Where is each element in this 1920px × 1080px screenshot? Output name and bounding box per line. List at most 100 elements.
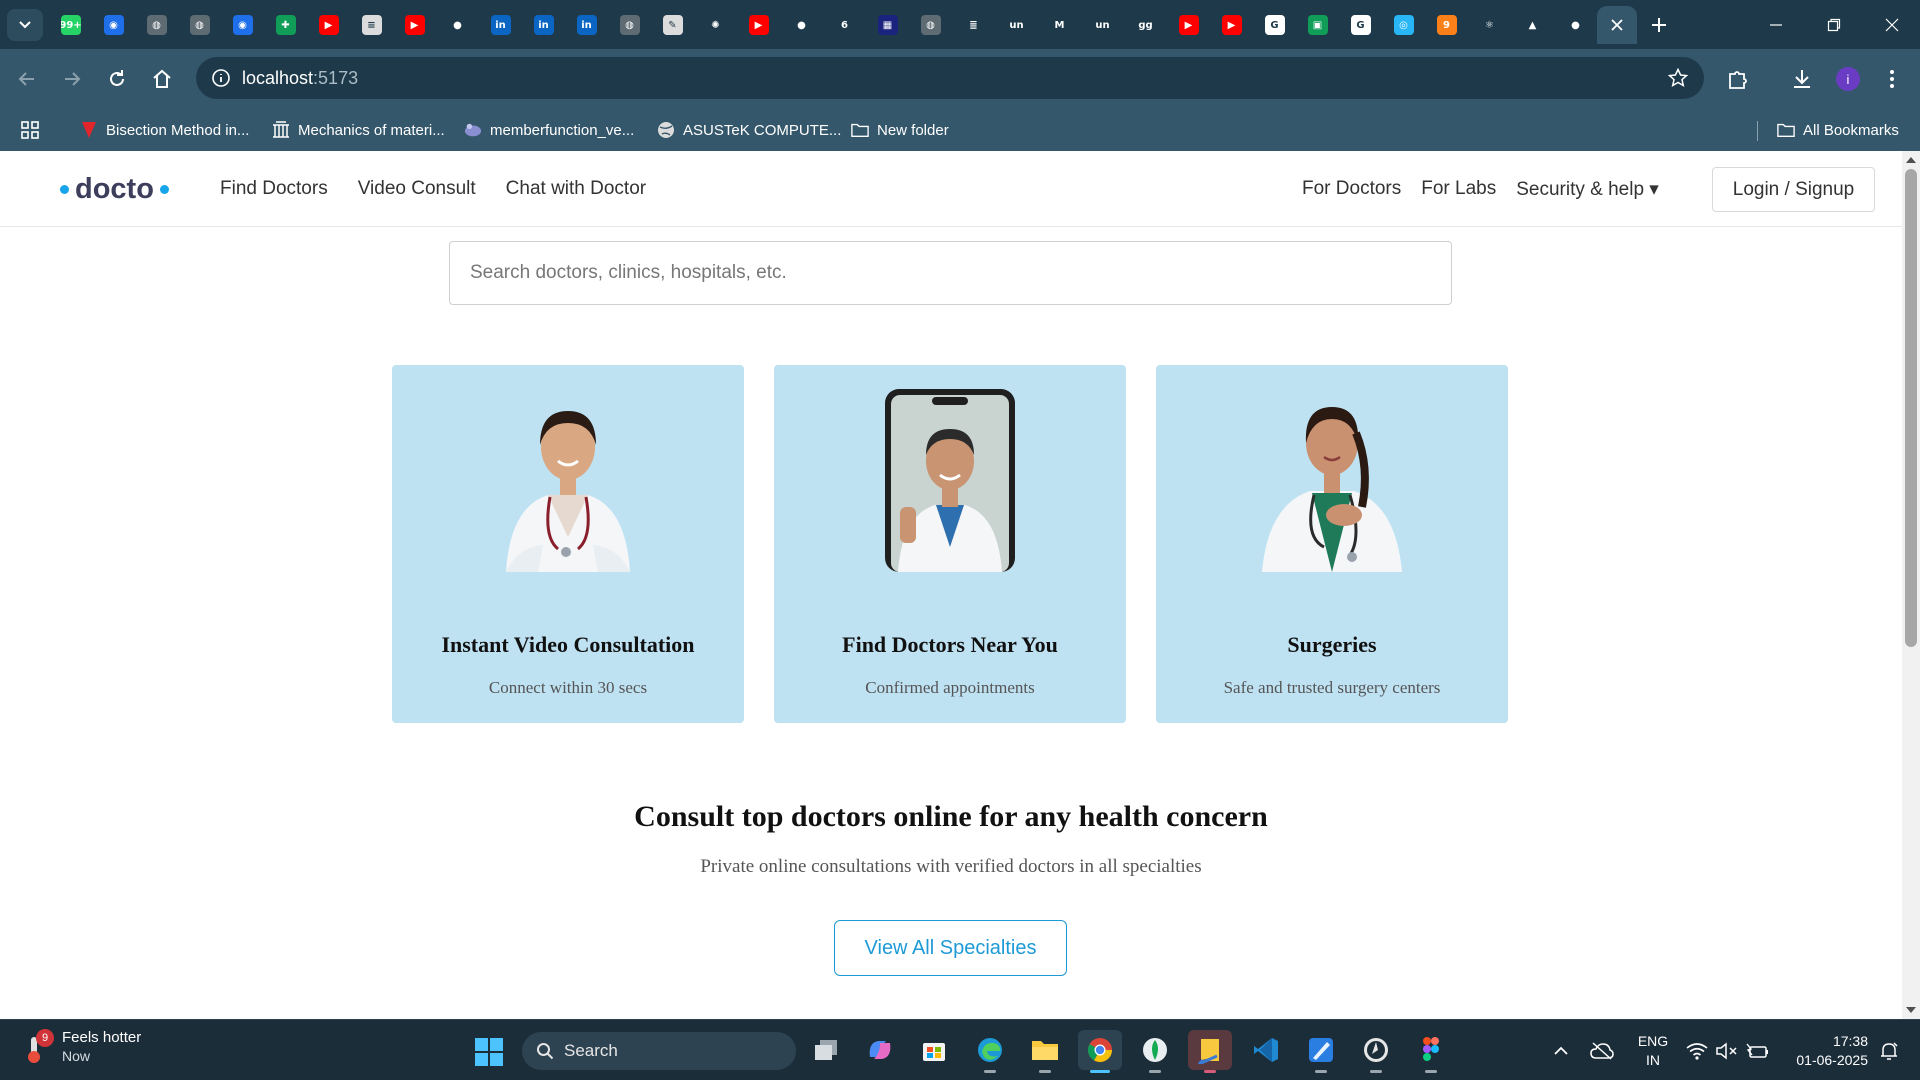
browser-tab[interactable]: ✎ bbox=[651, 6, 694, 44]
browser-tab[interactable]: ✚ bbox=[264, 6, 307, 44]
volume-status[interactable] bbox=[1714, 1020, 1740, 1080]
apps-button[interactable] bbox=[20, 119, 40, 141]
bookmark-item[interactable]: Bisection Method in... bbox=[80, 119, 249, 141]
page-scrollbar[interactable] bbox=[1902, 151, 1920, 1019]
forward-button[interactable] bbox=[56, 63, 88, 95]
nav-video-consult[interactable]: Video Consult bbox=[358, 178, 476, 200]
browser-tab[interactable]: 9 bbox=[1425, 6, 1468, 44]
minimize-button[interactable] bbox=[1748, 0, 1804, 49]
site-info-icon[interactable] bbox=[210, 67, 232, 89]
login-signup-button[interactable]: Login / Signup bbox=[1712, 167, 1875, 212]
view-all-specialties-button[interactable]: View All Specialties bbox=[834, 920, 1067, 976]
browser-tab[interactable]: in bbox=[565, 6, 608, 44]
nav-for-doctors[interactable]: For Doctors bbox=[1302, 178, 1401, 201]
browser-tab[interactable]: ≣ bbox=[952, 6, 995, 44]
browser-tab[interactable]: ◍ bbox=[608, 6, 651, 44]
nav-chat-with-doctor[interactable]: Chat with Doctor bbox=[506, 178, 646, 200]
doctor-search-input[interactable] bbox=[449, 241, 1452, 305]
nav-for-labs[interactable]: For Labs bbox=[1421, 178, 1496, 201]
taskbar-app-notes[interactable] bbox=[1188, 1030, 1232, 1073]
notifications-button[interactable] bbox=[1874, 1020, 1904, 1080]
scrollbar-thumb[interactable] bbox=[1905, 169, 1917, 647]
browser-menu-button[interactable] bbox=[1876, 63, 1908, 95]
taskbar-app-copilot[interactable] bbox=[858, 1030, 902, 1070]
language-indicator[interactable]: ENG IN bbox=[1634, 1032, 1672, 1070]
bookmark-star-icon[interactable] bbox=[1666, 66, 1690, 90]
taskbar-app-paint[interactable] bbox=[1299, 1030, 1343, 1073]
extensions-button[interactable] bbox=[1722, 63, 1754, 95]
address-bar[interactable]: localhost:5173 bbox=[196, 57, 1704, 99]
browser-tab[interactable]: ● bbox=[436, 6, 479, 44]
scroll-up-arrow-icon[interactable] bbox=[1905, 154, 1917, 166]
windows-start-button[interactable] bbox=[474, 1037, 504, 1067]
close-window-button[interactable] bbox=[1864, 0, 1920, 49]
task-view-button[interactable] bbox=[804, 1030, 848, 1070]
new-tab-button[interactable] bbox=[1644, 10, 1674, 40]
bookmark-item[interactable]: ASUSTeK COMPUTE... bbox=[657, 119, 841, 141]
browser-tab[interactable]: ◍ bbox=[909, 6, 952, 44]
browser-tab[interactable]: gg bbox=[1124, 6, 1167, 44]
browser-tab[interactable]: ▣ bbox=[1296, 6, 1339, 44]
browser-tab[interactable]: ◉ bbox=[221, 6, 264, 44]
browser-tab[interactable]: M bbox=[1038, 6, 1081, 44]
browser-tab[interactable]: ● bbox=[780, 6, 823, 44]
taskbar-search-box[interactable]: Search bbox=[522, 1032, 796, 1070]
taskbar-app-chrome[interactable] bbox=[1078, 1030, 1122, 1073]
card-surgeries[interactable]: Surgeries Safe and trusted surgery cente… bbox=[1156, 365, 1508, 723]
nav-find-doctors[interactable]: Find Doctors bbox=[220, 178, 328, 200]
browser-tab[interactable]: 99+ bbox=[49, 6, 92, 44]
tab-search-button[interactable] bbox=[7, 9, 43, 41]
browser-tab[interactable]: in bbox=[479, 6, 522, 44]
browser-tab[interactable]: ▲ bbox=[1511, 6, 1554, 44]
browser-tab[interactable]: ▶ bbox=[307, 6, 350, 44]
browser-tab[interactable]: ● bbox=[1554, 6, 1597, 44]
all-bookmarks-button[interactable]: All Bookmarks bbox=[1777, 119, 1899, 141]
profile-button[interactable]: i bbox=[1832, 63, 1864, 95]
card-instant-video-consultation[interactable]: Instant Video Consultation Connect withi… bbox=[392, 365, 744, 723]
browser-tab[interactable]: ≡ bbox=[350, 6, 393, 44]
browser-tab[interactable]: ▶ bbox=[737, 6, 780, 44]
browser-tab[interactable]: ✺ bbox=[694, 6, 737, 44]
wifi-status[interactable] bbox=[1684, 1020, 1710, 1080]
taskbar-app-store[interactable] bbox=[912, 1030, 956, 1070]
browser-tab[interactable]: un bbox=[1081, 6, 1124, 44]
site-logo[interactable]: docto bbox=[60, 173, 169, 206]
taskbar-app-figma[interactable] bbox=[1409, 1030, 1453, 1073]
back-button[interactable] bbox=[11, 63, 43, 95]
restore-button[interactable] bbox=[1806, 0, 1862, 49]
browser-tab[interactable]: G bbox=[1339, 6, 1382, 44]
reload-button[interactable] bbox=[101, 63, 133, 95]
bookmark-item[interactable]: memberfunction_ve... bbox=[464, 119, 634, 141]
browser-tab[interactable]: ▶ bbox=[1167, 6, 1210, 44]
active-tab-close-button[interactable] bbox=[1597, 6, 1637, 44]
scroll-down-arrow-icon[interactable] bbox=[1905, 1004, 1917, 1016]
weather-widget[interactable]: 9 Feels hotter Now bbox=[24, 1028, 141, 1066]
browser-tab[interactable]: ▶ bbox=[1210, 6, 1253, 44]
browser-tab[interactable]: in bbox=[522, 6, 565, 44]
home-button[interactable] bbox=[146, 63, 178, 95]
battery-status[interactable] bbox=[1744, 1020, 1770, 1080]
taskbar-app-file-explorer[interactable] bbox=[1023, 1030, 1067, 1073]
bookmark-item[interactable]: Mechanics of materi... bbox=[272, 119, 445, 141]
nav-security-help-dropdown[interactable]: Security & help ▾ bbox=[1516, 178, 1659, 201]
browser-tab[interactable]: G bbox=[1253, 6, 1296, 44]
browser-tab[interactable]: ◎ bbox=[1382, 6, 1425, 44]
browser-tab[interactable]: ◉ bbox=[92, 6, 135, 44]
browser-tab[interactable]: un bbox=[995, 6, 1038, 44]
browser-tab[interactable]: ◍ bbox=[178, 6, 221, 44]
taskbar-app-vscode[interactable] bbox=[1244, 1030, 1288, 1070]
system-clock[interactable]: 17:38 01-06-2025 bbox=[1784, 1032, 1868, 1070]
browser-tab[interactable]: ▶ bbox=[393, 6, 436, 44]
taskbar-app-edge[interactable] bbox=[968, 1030, 1012, 1073]
browser-tab[interactable]: 6 bbox=[823, 6, 866, 44]
browser-tab[interactable]: ▦ bbox=[866, 6, 909, 44]
browser-tab[interactable]: ⚛ bbox=[1468, 6, 1511, 44]
taskbar-app-mongodb[interactable] bbox=[1133, 1030, 1177, 1073]
show-hidden-icons-button[interactable] bbox=[1548, 1020, 1574, 1080]
card-find-doctors-near-you[interactable]: Find Doctors Near You Confirmed appointm… bbox=[774, 365, 1126, 723]
downloads-button[interactable] bbox=[1786, 63, 1818, 95]
bookmark-item[interactable]: New folder bbox=[851, 119, 949, 141]
onedrive-button[interactable] bbox=[1588, 1020, 1616, 1080]
browser-tab[interactable]: ◍ bbox=[135, 6, 178, 44]
taskbar-app-obs[interactable] bbox=[1354, 1030, 1398, 1073]
